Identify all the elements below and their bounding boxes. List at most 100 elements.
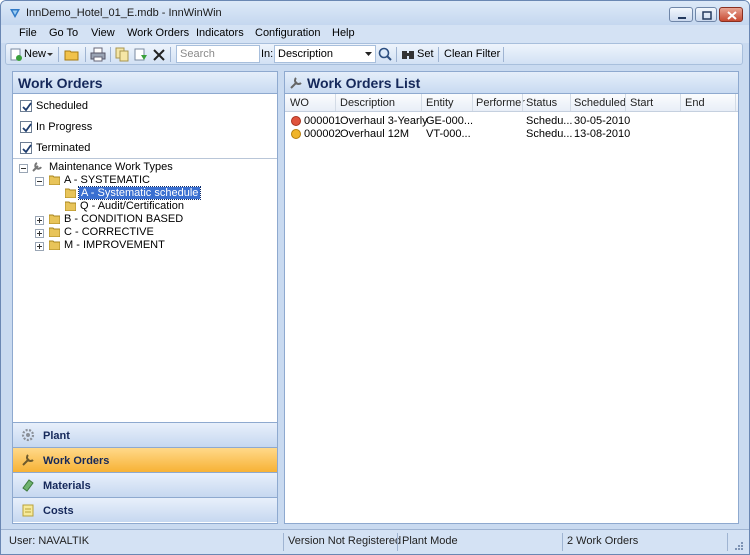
close-button[interactable] xyxy=(719,7,743,22)
new-icon xyxy=(10,48,22,61)
menu-go-to[interactable]: Go To xyxy=(49,27,78,39)
menu-configuration[interactable]: Configuration xyxy=(255,27,320,39)
new-button[interactable]: New xyxy=(24,48,46,60)
nav-materials-label: Materials xyxy=(43,480,91,492)
search-field-select[interactable]: Description xyxy=(274,45,376,63)
search-input[interactable] xyxy=(176,45,260,63)
table-row[interactable]: 000002 Overhaul 12M VT-000... Schedu... … xyxy=(285,128,738,141)
nav-work-orders-label: Work Orders xyxy=(43,455,110,467)
status-count: 2 Work Orders xyxy=(567,535,639,547)
scheduled-checkbox[interactable] xyxy=(20,100,32,112)
print-icon[interactable] xyxy=(90,47,106,62)
tree-node-systematic[interactable]: A - SYSTEMATIC xyxy=(64,174,150,186)
collapse-root-toggle[interactable] xyxy=(19,164,28,173)
status-version: Version Not Registered xyxy=(288,535,402,547)
status-dot-icon xyxy=(291,129,301,139)
folder-icon xyxy=(65,201,76,211)
check-icon xyxy=(22,144,32,154)
cell-scheduled: 13-08-2010 xyxy=(574,128,631,140)
gear-icon xyxy=(21,428,35,442)
col-entity[interactable]: Entity xyxy=(426,97,454,109)
check-icon xyxy=(22,102,32,112)
folder-icon xyxy=(49,227,60,237)
left-panel: Work Orders Scheduled In Progress Termin… xyxy=(12,71,278,524)
col-wo[interactable]: WO xyxy=(290,97,309,109)
col-performer[interactable]: Performer xyxy=(476,97,525,109)
list-panel-header: Work Orders List xyxy=(285,72,738,94)
window-title: InnDemo_Hotel_01_E.mdb - InnWinWin xyxy=(26,7,222,19)
toolbar: New In: Description xyxy=(5,43,743,65)
menu-bar: File Go To View Work Orders Indicators C… xyxy=(1,25,749,43)
set-filter-button[interactable]: Set xyxy=(417,48,434,60)
menu-indicators[interactable]: Indicators xyxy=(196,27,244,39)
folder-icon xyxy=(49,240,60,250)
folder-icon xyxy=(49,175,60,185)
collapse-systematic-toggle[interactable] xyxy=(35,177,44,186)
left-panel-title: Work Orders xyxy=(18,75,103,91)
wrench-icon xyxy=(22,454,34,466)
tree-node-audit-certification[interactable]: Q - Audit/Certification xyxy=(80,200,184,212)
resize-grip-icon[interactable] xyxy=(734,541,744,551)
nav-plant[interactable]: Plant xyxy=(13,422,277,447)
close-icon xyxy=(727,11,737,20)
app-window: InnDemo_Hotel_01_E.mdb - InnWinWin File … xyxy=(0,0,750,555)
work-types-tree: Maintenance Work Types A - SYSTEMATIC A … xyxy=(13,158,277,420)
terminated-label: Terminated xyxy=(36,142,91,154)
status-mode: Plant Mode xyxy=(402,535,458,547)
expand-condition-based-toggle[interactable] xyxy=(35,216,44,225)
col-end[interactable]: End xyxy=(685,97,705,109)
clean-filter-button[interactable]: Clean Filter xyxy=(444,48,500,60)
cell-status: Schedu... xyxy=(526,128,573,140)
menu-work-orders[interactable]: Work Orders xyxy=(127,27,189,39)
minimize-button[interactable] xyxy=(669,7,693,22)
search-field-value: Description xyxy=(278,48,334,60)
tree-root-label[interactable]: Maintenance Work Types xyxy=(49,161,173,173)
menu-help[interactable]: Help xyxy=(332,27,355,39)
terminated-checkbox[interactable] xyxy=(20,142,32,154)
new-dropdown-icon[interactable] xyxy=(46,47,54,62)
cell-wo: 000001 xyxy=(304,115,341,127)
cell-description: Overhaul 12M xyxy=(340,128,410,140)
wrench-icon xyxy=(32,162,42,172)
menu-file[interactable]: File xyxy=(19,27,37,39)
expand-improvement-toggle[interactable] xyxy=(35,242,44,251)
nav-costs-label: Costs xyxy=(43,505,74,517)
status-dot-icon xyxy=(291,116,301,126)
title-bar: InnDemo_Hotel_01_E.mdb - InnWinWin xyxy=(1,1,749,25)
cell-wo: 000002 xyxy=(304,128,341,140)
status-user: User: NAVALTIK xyxy=(9,535,90,547)
col-scheduled[interactable]: Scheduled xyxy=(574,97,626,109)
work-orders-list-panel: Work Orders List WO Description Entity P… xyxy=(284,71,739,524)
nav-work-orders[interactable]: Work Orders xyxy=(13,447,277,472)
open-folder-icon[interactable] xyxy=(64,47,80,62)
materials-icon xyxy=(22,479,34,492)
search-icon[interactable] xyxy=(378,47,392,62)
costs-icon xyxy=(22,504,34,517)
folder-icon xyxy=(65,188,76,198)
folder-icon xyxy=(49,214,60,224)
cell-entity: VT-000... xyxy=(426,128,471,140)
table-row[interactable]: 000001 Overhaul 3-Yearly GE-000... Sched… xyxy=(285,115,738,128)
tree-node-condition-based[interactable]: B - CONDITION BASED xyxy=(64,213,183,225)
tree-node-improvement[interactable]: M - IMPROVEMENT xyxy=(64,239,165,251)
menu-view[interactable]: View xyxy=(91,27,115,39)
col-start[interactable]: Start xyxy=(630,97,653,109)
col-description[interactable]: Description xyxy=(340,97,395,109)
paste-icon[interactable] xyxy=(134,47,148,62)
tree-node-corrective[interactable]: C - CORRECTIVE xyxy=(64,226,154,238)
expand-corrective-toggle[interactable] xyxy=(35,229,44,238)
chevron-down-icon xyxy=(365,52,372,56)
tree-node-systematic-schedule[interactable]: A - Systematic schedule xyxy=(77,186,202,200)
search-in-label: In: xyxy=(261,48,274,60)
cell-status: Schedu... xyxy=(526,115,573,127)
copy-icon[interactable] xyxy=(115,47,129,62)
delete-icon[interactable] xyxy=(153,47,165,62)
app-logo-icon xyxy=(10,9,20,18)
col-status[interactable]: Status xyxy=(526,97,557,109)
cell-description: Overhaul 3-Yearly xyxy=(340,115,428,127)
in-progress-checkbox[interactable] xyxy=(20,121,32,133)
nav-costs[interactable]: Costs xyxy=(13,497,277,522)
maximize-button[interactable] xyxy=(695,7,717,22)
nav-materials[interactable]: Materials xyxy=(13,472,277,497)
wrench-icon xyxy=(290,77,302,89)
